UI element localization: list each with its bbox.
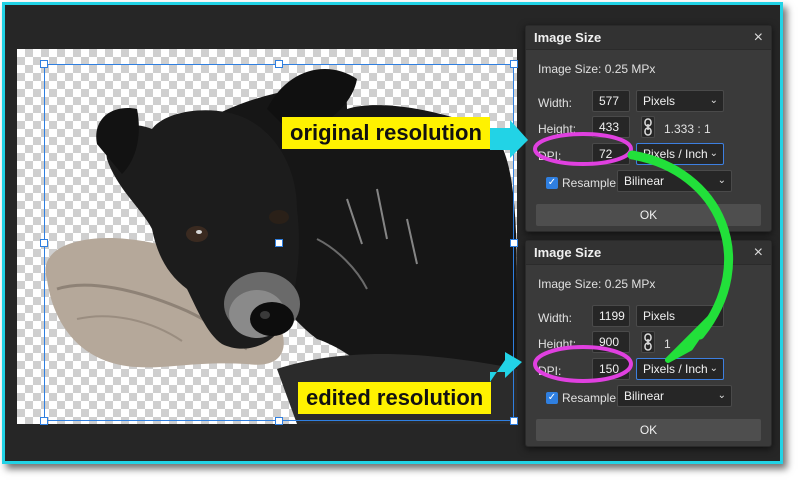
resize-handle-s[interactable] <box>275 417 283 425</box>
height-input[interactable]: 433 <box>592 116 630 138</box>
dpi-unit-value: Pixels / Inch <box>643 362 708 376</box>
link-icon[interactable] <box>641 331 655 353</box>
chevron-down-icon: ⌄ <box>709 363 718 374</box>
dialog-title: Image Size <box>534 30 602 45</box>
width-unit-select[interactable]: Pixels ⌄ <box>636 90 724 112</box>
height-label: Height: <box>538 337 577 351</box>
image-size-info: Image Size: 0.25 MPx <box>538 277 656 291</box>
resize-handle-nw[interactable] <box>40 60 48 68</box>
resample-checkbox[interactable]: ✓ <box>546 177 558 189</box>
image-size-dialog-edited: Image Size × Image Size: 0.25 MPx Width:… <box>525 240 772 447</box>
resample-method-value: Bilinear <box>624 389 665 403</box>
resample-method-value: Bilinear <box>624 174 665 188</box>
resize-handle-ne[interactable] <box>510 60 518 68</box>
ok-button[interactable]: OK <box>536 204 761 226</box>
chevron-down-icon: ⌄ <box>717 175 726 186</box>
resize-handle-center[interactable] <box>275 239 283 247</box>
width-unit-select[interactable]: Pixels ⌄ <box>636 305 724 327</box>
width-input[interactable]: 1199 <box>592 305 630 327</box>
chevron-down-icon: ⌄ <box>709 148 718 159</box>
resample-label: Resample <box>562 391 617 405</box>
aspect-ratio: 1.333 : 1 <box>664 122 711 136</box>
resample-label: Resample <box>562 176 617 190</box>
image-size-dialog-original: Image Size × Image Size: 0.25 MPx Width:… <box>525 25 772 232</box>
link-icon[interactable] <box>641 116 655 138</box>
resize-handle-w[interactable] <box>40 239 48 247</box>
height-input[interactable]: 900 <box>592 331 630 353</box>
dialog-title: Image Size <box>534 245 602 260</box>
width-unit-value: Pixels <box>643 309 676 323</box>
width-input[interactable]: 577 <box>592 90 630 112</box>
annotation-original-resolution: original resolution <box>282 117 490 149</box>
resize-handle-n[interactable] <box>275 60 283 68</box>
annotation-edited-resolution: edited resolution <box>298 382 492 414</box>
dpi-label: DPI: <box>538 364 562 378</box>
image-size-info: Image Size: 0.25 MPx <box>538 62 656 76</box>
width-unit-value: Pixels <box>643 94 676 108</box>
resize-handle-sw[interactable] <box>40 417 48 425</box>
dialog-title-bar: Image Size × <box>526 241 771 265</box>
dpi-input[interactable]: 150 <box>592 358 630 380</box>
dpi-input[interactable]: 72 <box>592 143 630 165</box>
resize-handle-se[interactable] <box>510 417 518 425</box>
close-icon[interactable]: × <box>754 241 763 265</box>
dpi-unit-select[interactable]: Pixels / Inch ⌄ <box>636 143 724 165</box>
resize-handle-e[interactable] <box>510 239 518 247</box>
width-label: Width: <box>538 311 573 325</box>
dialog-title-bar: Image Size × <box>526 26 771 50</box>
close-icon[interactable]: × <box>754 26 763 50</box>
ok-button[interactable]: OK <box>536 419 761 441</box>
dpi-unit-select[interactable]: Pixels / Inch ⌄ <box>636 358 724 380</box>
height-label: Height: <box>538 122 577 136</box>
aspect-ratio: 1 <box>664 337 671 351</box>
dpi-unit-value: Pixels / Inch <box>643 147 708 161</box>
resample-method-select[interactable]: Bilinear ⌄ <box>617 170 732 192</box>
chevron-down-icon: ⌄ <box>709 310 718 321</box>
chevron-down-icon: ⌄ <box>717 390 726 401</box>
width-label: Width: <box>538 96 573 110</box>
resample-checkbox[interactable]: ✓ <box>546 392 558 404</box>
dpi-label: DPI: <box>538 149 562 163</box>
resample-method-select[interactable]: Bilinear ⌄ <box>617 385 732 407</box>
chevron-down-icon: ⌄ <box>709 95 718 106</box>
